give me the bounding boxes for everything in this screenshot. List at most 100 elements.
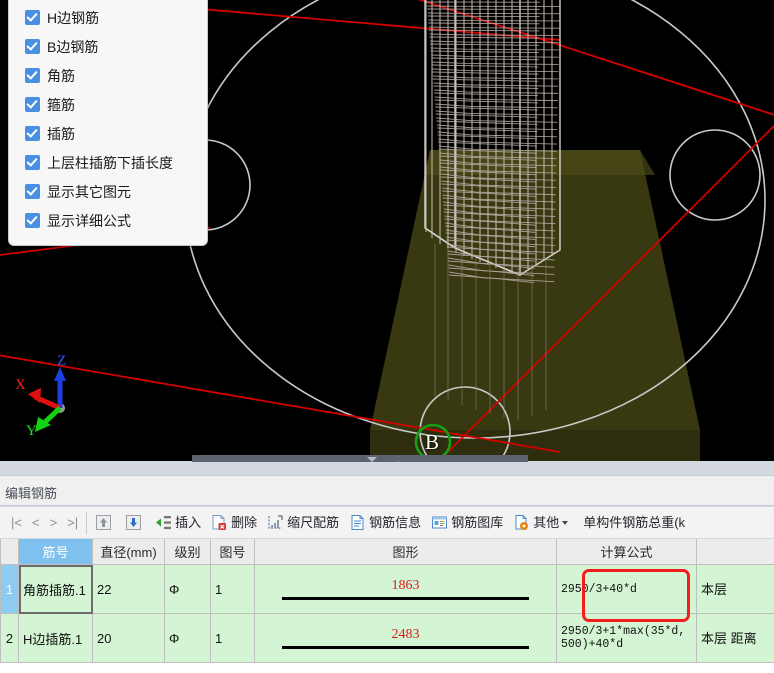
other-menu-label: 其他 (533, 515, 560, 530)
checkbox-icon[interactable] (25, 213, 40, 228)
checkbox-icon[interactable] (25, 126, 40, 141)
row-number-cell[interactable]: 1 (0, 564, 19, 614)
cell-tuhao[interactable]: 1 (210, 564, 255, 614)
insert-row-button[interactable]: 插入 (151, 510, 205, 536)
option-label: B边钢筋 (47, 38, 99, 55)
cell-jinhao[interactable]: 角筋插筋.1 (18, 564, 93, 614)
other-menu-button[interactable]: 其他 (509, 510, 577, 536)
option-row-3[interactable]: 箍筋 (9, 90, 207, 119)
checkbox-icon[interactable] (25, 10, 40, 25)
cell-jibie[interactable]: Φ (164, 613, 211, 663)
option-label: 插筋 (47, 125, 75, 142)
shape-dimension-label: 2483 (391, 627, 420, 642)
prev-record-button[interactable]: < (27, 516, 45, 529)
cell-formula[interactable]: 2950/3+1*max(35*d,500)+40*d (556, 613, 697, 663)
rebar-library-label: 钢筋图库 (451, 515, 504, 530)
rebar-toolbar: |< < > >| 插入 删除 缩尺配筋 钢筋信息 钢筋图库 其他 单构件钢筋总… (0, 507, 774, 538)
shape-bar-line (282, 597, 529, 600)
description-text: 本层 距离 (701, 630, 757, 646)
options-list: H边钢筋 B边钢筋角筋箍筋插筋上层柱插筋下插长度显示其它图元显示详细公式 (9, 3, 207, 235)
column-header-jibie[interactable]: 级别 (164, 539, 211, 565)
option-row-5[interactable]: 上层柱插筋下插长度 (9, 148, 207, 177)
delete-row-button[interactable]: 删除 (207, 510, 261, 536)
other-settings-icon (513, 514, 530, 531)
3d-model-viewport[interactable]: B Z X Y H边钢筋 B边钢筋角筋箍筋插筋上层柱插筋下插长度显示其它图元显示详… (0, 0, 774, 461)
column-header-gongshi[interactable]: 计算公式 (556, 539, 697, 565)
insert-row-label: 插入 (175, 515, 202, 530)
column-header-zhijing[interactable]: 直径(mm) (92, 539, 165, 565)
shape-bar-line (282, 646, 529, 649)
move-up-icon (95, 514, 112, 531)
axis-label-z: Z (57, 353, 67, 369)
rebar-library-icon (431, 514, 448, 531)
cell-description[interactable]: 本层 距离 (696, 613, 774, 663)
shape-dimension-label: 1863 (391, 578, 420, 593)
application-window: B Z X Y H边钢筋 B边钢筋角筋箍筋插筋上层柱插筋下插长度显示其它图元显示详… (0, 0, 774, 673)
cell-tuhao[interactable]: 1 (210, 613, 255, 663)
scale-rebar-icon (267, 514, 284, 531)
chevron-down-icon[interactable] (562, 520, 569, 525)
next-record-button[interactable]: > (45, 516, 63, 529)
column-header-tuhao[interactable]: 图号 (210, 539, 255, 565)
rebar-table: 筋号 直径(mm) 级别 图号 图形 计算公式 1 角筋插筋.1 22 Φ 1 1863 2… (0, 539, 774, 663)
grid-corner-cell[interactable] (0, 539, 19, 565)
checkbox-icon[interactable] (25, 155, 40, 170)
option-label: 上层柱插筋下插长度 (47, 154, 173, 171)
option-row-1[interactable]: B边钢筋 (9, 32, 207, 61)
total-weight-display: 单构件钢筋总重(k (579, 510, 689, 536)
cell-formula[interactable]: 2950/3+40*d (556, 564, 697, 614)
option-row-7[interactable]: 显示详细公式 (9, 206, 207, 235)
cell-jibie[interactable]: Φ (164, 564, 211, 614)
axis-label-x: X (15, 377, 26, 393)
axis-label-y: Y (26, 423, 37, 439)
delete-row-label: 删除 (231, 515, 258, 530)
option-row-6[interactable]: 显示其它图元 (9, 177, 207, 206)
table-row[interactable]: 1 角筋插筋.1 22 Φ 1 1863 2950/3+40*d 本层 (0, 564, 774, 614)
table-body: 1 角筋插筋.1 22 Φ 1 1863 2950/3+40*d 本层 2 H边插筋.1 20 Φ 1 2… (0, 564, 774, 663)
checkbox-icon[interactable] (25, 184, 40, 199)
last-record-button[interactable]: >| (62, 516, 83, 529)
option-label: H边钢筋 (47, 9, 100, 26)
scale-rebar-button[interactable]: 缩尺配筋 (263, 510, 343, 536)
column-header-jinhao[interactable]: 筋号 (18, 539, 93, 565)
option-label: 角筋 (47, 67, 75, 84)
option-label: 显示详细公式 (47, 212, 131, 229)
option-row-0[interactable]: H边钢筋 (9, 3, 207, 32)
total-weight-label: 单构件钢筋总重(k (583, 515, 686, 530)
splitter-track-right[interactable] (398, 455, 528, 462)
cell-shape[interactable]: 2483 (254, 613, 557, 663)
move-down-button[interactable] (121, 510, 149, 536)
splitter-collapse-handle[interactable] (367, 457, 377, 462)
cell-zhijing[interactable]: 22 (92, 564, 165, 614)
annotation-label-b: B (425, 430, 440, 454)
table-row[interactable]: 2 H边插筋.1 20 Φ 1 2483 2950/3+1*max(35*d,500)+40… (0, 613, 774, 663)
axis-gizmo: Z X Y (10, 353, 100, 445)
cell-jinhao[interactable]: H边插筋.1 (18, 613, 93, 663)
option-row-2[interactable]: 角筋 (9, 61, 207, 90)
first-record-button[interactable]: |< (6, 516, 27, 529)
column-header-tuxing[interactable]: 图形 (254, 539, 557, 565)
edit-rebar-panel: 编辑钢筋 |< < > >| 插入 删除 缩尺配筋 钢筋信息 钢筋图库 其他 单… (0, 461, 774, 673)
column-header-shuoming[interactable] (696, 539, 774, 565)
option-label: 箍筋 (47, 96, 75, 113)
record-navigation-group: |< < > >| (0, 511, 88, 534)
rebar-display-options-panel[interactable]: H边钢筋 B边钢筋角筋箍筋插筋上层柱插筋下插长度显示其它图元显示详细公式 (8, 0, 208, 246)
delete-row-icon (211, 514, 228, 531)
rebar-library-button[interactable]: 钢筋图库 (427, 510, 507, 536)
formula-text: 2950/3+1*max(35*d,500)+40*d (561, 625, 686, 651)
cell-zhijing[interactable]: 20 (92, 613, 165, 663)
cell-description[interactable]: 本层 (696, 564, 774, 614)
checkbox-icon[interactable] (25, 68, 40, 83)
panel-title-bar: 编辑钢筋 (0, 475, 774, 506)
option-row-4[interactable]: 插筋 (9, 119, 207, 148)
row-number-cell[interactable]: 2 (0, 613, 19, 663)
rebar-data-grid[interactable]: 筋号 直径(mm) 级别 图号 图形 计算公式 1 角筋插筋.1 22 Φ 1 1863 2… (0, 539, 774, 673)
cell-shape[interactable]: 1863 (254, 564, 557, 614)
scale-rebar-label: 缩尺配筋 (287, 515, 340, 530)
move-up-button[interactable] (91, 510, 119, 536)
rebar-info-icon (349, 514, 366, 531)
rebar-info-button[interactable]: 钢筋信息 (345, 510, 425, 536)
checkbox-icon[interactable] (25, 97, 40, 112)
viewport-splitter[interactable] (0, 455, 774, 463)
checkbox-icon[interactable] (25, 39, 40, 54)
